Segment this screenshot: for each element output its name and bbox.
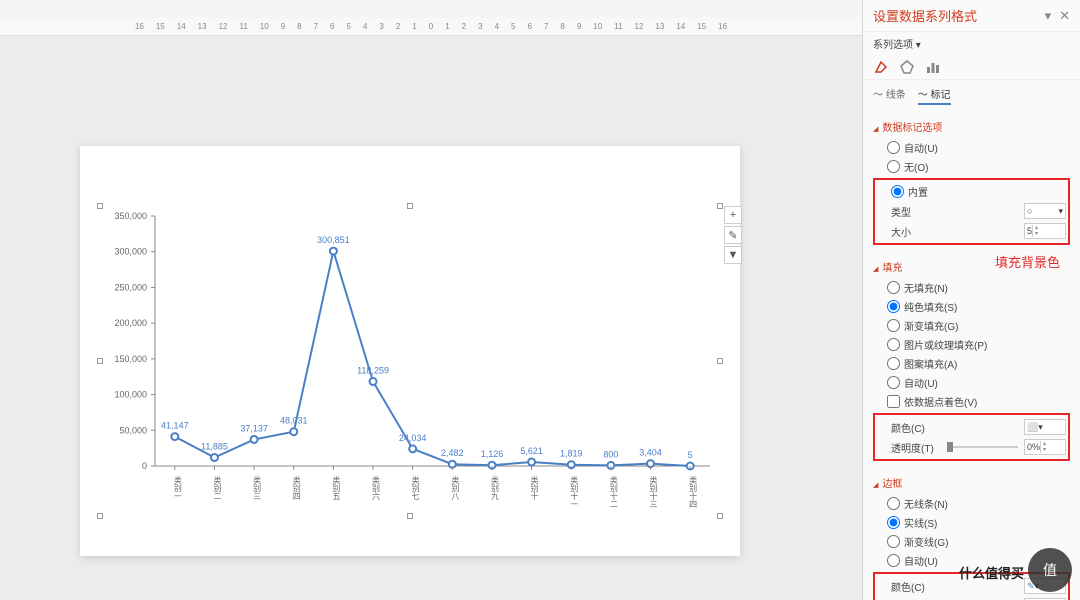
svg-text:2,482: 2,482 xyxy=(441,448,464,458)
watermark-badge: 值 xyxy=(1028,548,1072,592)
effects-icon[interactable] xyxy=(899,59,915,75)
svg-text:类别六: 类别六 xyxy=(372,475,381,501)
svg-text:5: 5 xyxy=(688,450,693,460)
border-solid-radio[interactable] xyxy=(887,516,900,529)
svg-text:类别九: 类别九 xyxy=(490,475,499,501)
svg-text:类别十四: 类别十四 xyxy=(689,475,698,508)
marker-options-head[interactable]: 数据标记选项 xyxy=(873,119,1070,134)
svg-text:300,000: 300,000 xyxy=(114,247,147,257)
svg-text:类别八: 类别八 xyxy=(451,475,460,500)
chart-filter-button[interactable]: ▼ xyxy=(724,246,742,264)
fill-annotation: 填充背景色 xyxy=(995,252,1060,271)
marker-size-input[interactable]: 5▴▾ xyxy=(1024,223,1066,239)
svg-text:41,147: 41,147 xyxy=(161,421,189,431)
svg-text:24,034: 24,034 xyxy=(399,433,427,443)
border-gradient-radio[interactable] xyxy=(887,535,900,548)
resize-handle[interactable] xyxy=(717,203,723,209)
svg-text:5,621: 5,621 xyxy=(520,446,543,456)
svg-text:类别二: 类别二 xyxy=(213,475,222,500)
chart-add-button[interactable]: + xyxy=(724,206,742,224)
marker-auto-radio[interactable] xyxy=(887,141,900,154)
panel-close-icon[interactable]: ✕ xyxy=(1059,8,1070,24)
svg-text:类别十一: 类别十一 xyxy=(570,475,579,508)
marker-type-select[interactable]: ○▾ xyxy=(1024,203,1066,219)
svg-text:300,851: 300,851 xyxy=(317,235,350,245)
svg-text:3,404: 3,404 xyxy=(639,448,662,458)
svg-text:48,031: 48,031 xyxy=(280,416,308,426)
fill-gradient-radio[interactable] xyxy=(887,319,900,332)
fill-pattern-radio[interactable] xyxy=(887,357,900,370)
resize-handle[interactable] xyxy=(717,513,723,519)
svg-text:200,000: 200,000 xyxy=(114,318,147,328)
svg-text:150,000: 150,000 xyxy=(114,354,147,364)
svg-text:类别一: 类别一 xyxy=(173,475,182,500)
fill-auto-radio[interactable] xyxy=(887,376,900,389)
border-auto-radio[interactable] xyxy=(887,554,900,567)
resize-handle[interactable] xyxy=(717,358,723,364)
series-icon[interactable] xyxy=(925,59,941,75)
chart-object[interactable]: + ✎ ▼ 050,000100,000150,000200,000250,00… xyxy=(100,206,720,516)
line-chart[interactable]: 0 50,000 100,000 150,000 200,000 250,000 300,0… xyxy=(100,206,720,516)
series-options-dropdown[interactable]: 系列选项 ▾ xyxy=(863,32,1080,55)
svg-text:100,000: 100,000 xyxy=(114,390,147,400)
marker-none-radio[interactable] xyxy=(887,160,900,173)
svg-text:50,000: 50,000 xyxy=(119,425,147,435)
fill-color-picker[interactable]: ⬜▾ xyxy=(1024,419,1066,435)
resize-handle[interactable] xyxy=(97,513,103,519)
svg-text:350,000: 350,000 xyxy=(114,211,147,221)
chart-style-button[interactable]: ✎ xyxy=(724,226,742,244)
svg-text:类别三: 类别三 xyxy=(253,475,262,500)
panel-dropdown-icon[interactable]: ▾ xyxy=(1045,8,1052,24)
resize-handle[interactable] xyxy=(407,513,413,519)
fill-picture-radio[interactable] xyxy=(887,338,900,351)
resize-handle[interactable] xyxy=(407,203,413,209)
watermark-text: 什么值得买 xyxy=(959,563,1024,582)
resize-handle[interactable] xyxy=(97,203,103,209)
workspace: + ✎ ▼ 0 50,000 100,000 150,000 200,000 250,00… xyxy=(0,36,862,600)
svg-text:118,259: 118,259 xyxy=(357,366,389,376)
fill-line-icon[interactable] xyxy=(873,59,889,75)
svg-text:类别七: 类别七 xyxy=(411,475,420,500)
svg-text:11,885: 11,885 xyxy=(201,442,228,452)
fill-vary-checkbox[interactable] xyxy=(887,395,900,408)
border-head[interactable]: 边框 xyxy=(873,475,1070,490)
svg-text:类别十: 类别十 xyxy=(530,475,539,501)
slide-canvas[interactable]: + ✎ ▼ 0 50,000 100,000 150,000 200,000 250,00… xyxy=(80,146,740,556)
svg-text:类别四: 类别四 xyxy=(292,475,301,500)
horizontal-ruler: 1615141312111098765432101234567891011121… xyxy=(0,18,862,36)
svg-text:0: 0 xyxy=(142,461,147,471)
resize-handle[interactable] xyxy=(97,358,103,364)
svg-text:37,137: 37,137 xyxy=(240,423,268,433)
format-panel: 设置数据系列格式 ▾✕ 系列选项 ▾ ～ 线条 ～ 标记 数据标记选项 自动(U… xyxy=(862,0,1080,600)
svg-text:1,819: 1,819 xyxy=(560,449,583,459)
fill-transparency-input[interactable]: 0%▴▾ xyxy=(1024,439,1066,455)
tab-line[interactable]: ～ 线条 xyxy=(873,86,906,105)
svg-text:250,000: 250,000 xyxy=(114,282,147,292)
fill-transparency-slider[interactable] xyxy=(947,446,1018,448)
line-marker-tabs: ～ 线条 ～ 标记 xyxy=(863,80,1080,111)
fill-solid-radio[interactable] xyxy=(887,300,900,313)
svg-text:类别十三: 类别十三 xyxy=(649,475,658,508)
svg-text:类别十二: 类别十二 xyxy=(609,475,618,508)
fill-none-radio[interactable] xyxy=(887,281,900,294)
tab-marker[interactable]: ～ 标记 xyxy=(918,86,951,105)
marker-builtin-radio[interactable] xyxy=(891,185,904,198)
svg-text:类别五: 类别五 xyxy=(332,475,341,500)
panel-title: 设置数据系列格式 ▾✕ xyxy=(863,0,1080,32)
border-none-radio[interactable] xyxy=(887,497,900,510)
svg-text:800: 800 xyxy=(603,449,618,459)
svg-text:1,126: 1,126 xyxy=(481,449,504,459)
